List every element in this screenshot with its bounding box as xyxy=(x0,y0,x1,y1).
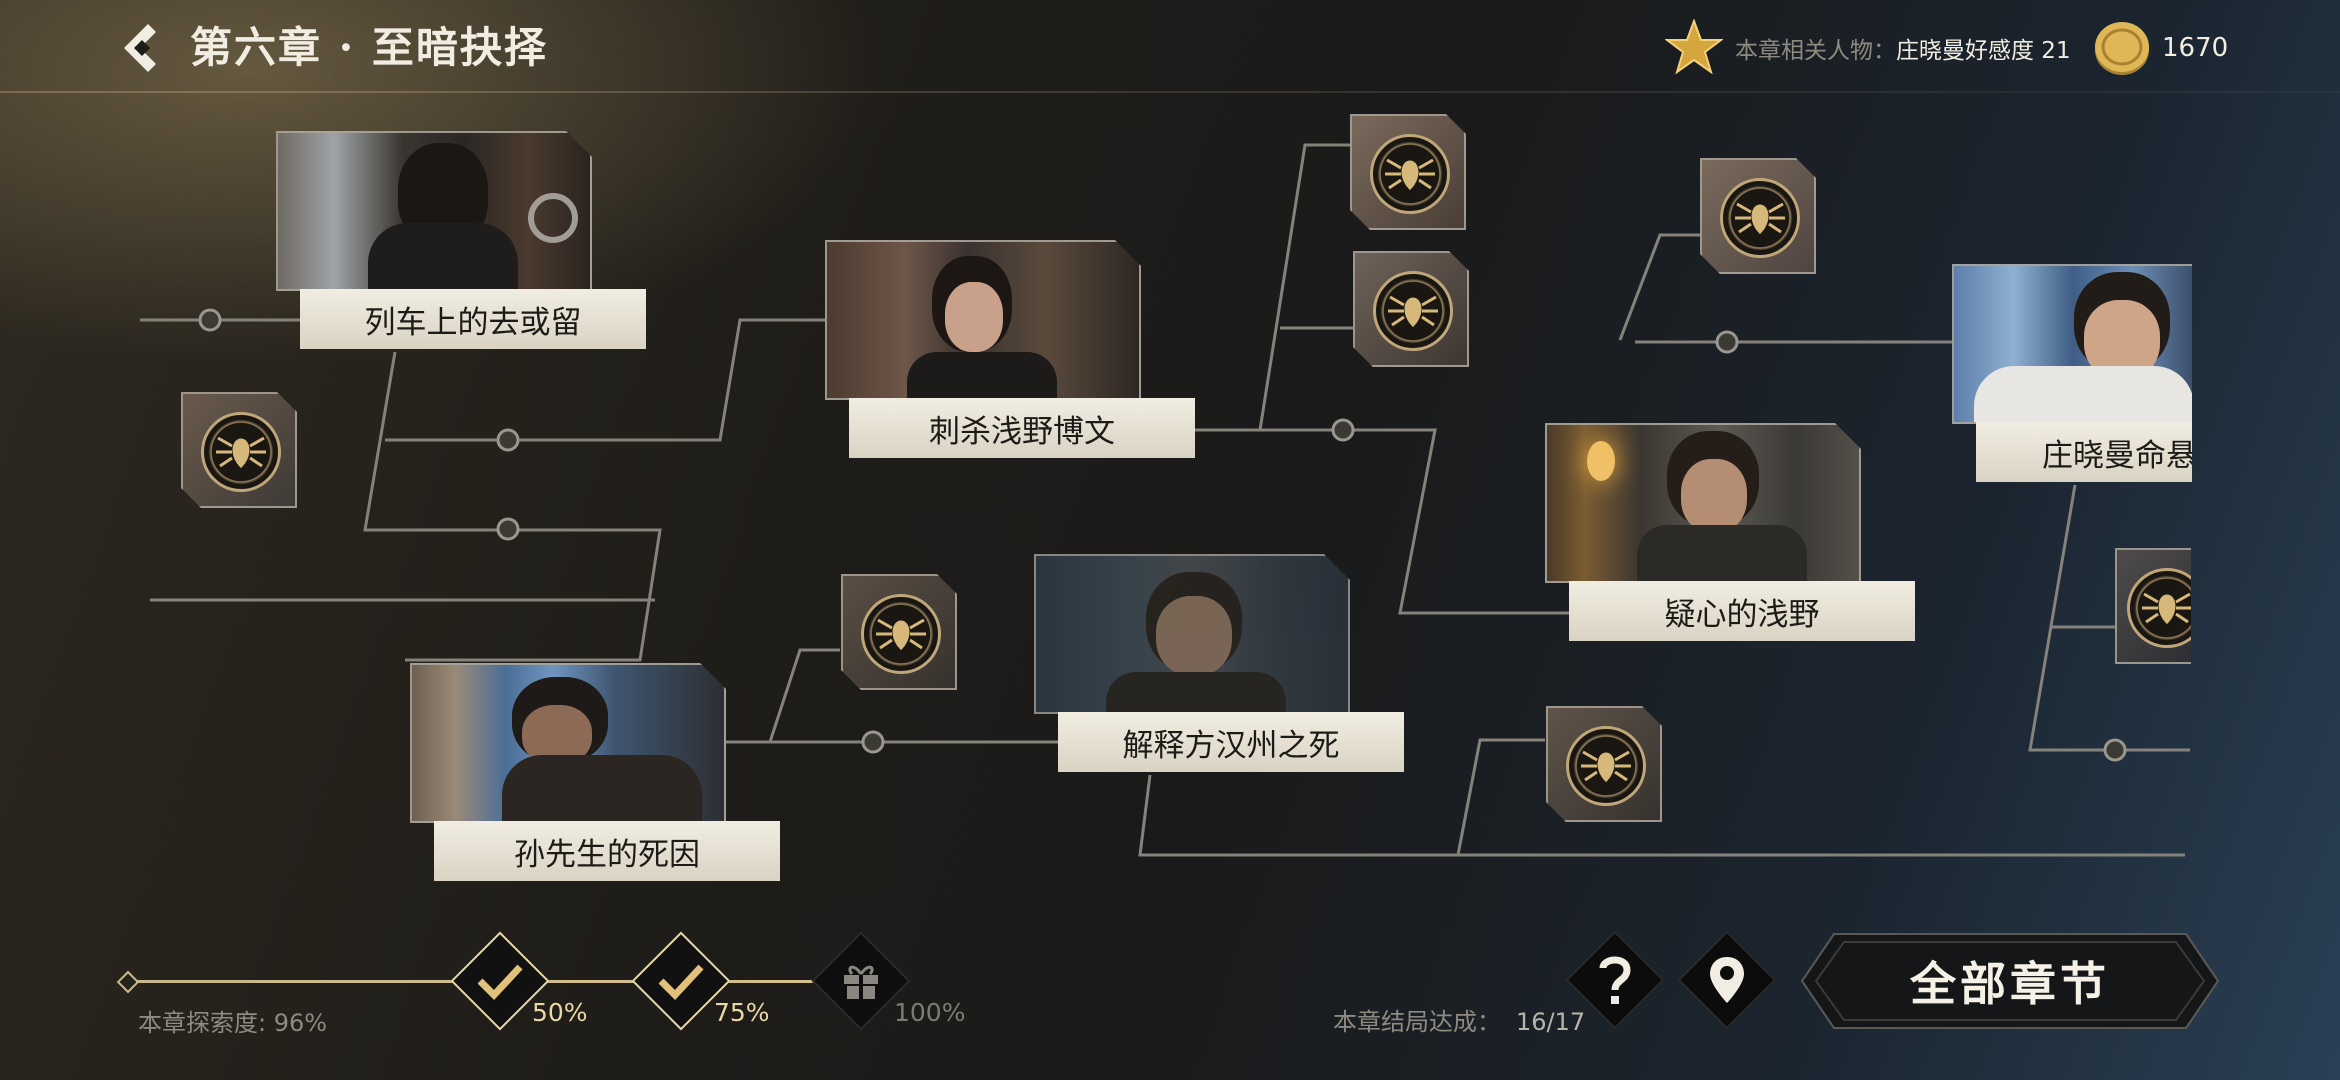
scene-photo xyxy=(1034,554,1350,714)
check-icon xyxy=(477,964,523,1001)
location-icon xyxy=(1710,957,1744,1003)
branch-dot xyxy=(1331,418,1355,442)
locked-node[interactable] xyxy=(1546,706,1662,822)
node-label: 孙先生的死因 xyxy=(434,821,780,881)
explore-progress-text: 本章探索度: 96% xyxy=(138,1003,327,1038)
branch-dot xyxy=(496,428,520,452)
spider-emblem-icon xyxy=(1720,178,1800,258)
scene-photo xyxy=(1545,423,1861,583)
node-label: 解释方汉州之死 xyxy=(1058,712,1404,772)
all-chapters-button[interactable]: 全部章节 xyxy=(1800,930,2220,1032)
spider-emblem-icon xyxy=(201,412,281,492)
locked-node[interactable] xyxy=(181,392,297,508)
milestone-50-label: 50% xyxy=(532,998,588,1027)
branch-dot xyxy=(1715,330,1739,354)
spider-emblem-icon xyxy=(1370,134,1450,214)
ending-label: 本章结局达成： xyxy=(1333,1008,1501,1036)
scene-photo xyxy=(1952,264,2192,424)
milestone-75-label: 75% xyxy=(714,998,770,1027)
node-label: 列车上的去或留 xyxy=(300,289,646,349)
node-label: 刺杀浅野博文 xyxy=(849,398,1195,458)
locked-node[interactable] xyxy=(841,574,957,690)
ending-value: 16/17 xyxy=(1516,1008,1586,1036)
spider-emblem-icon xyxy=(2127,568,2191,648)
explore-value: 96% xyxy=(273,1009,328,1037)
node-label: 庄晓曼命悬 xyxy=(1976,422,2192,482)
check-icon xyxy=(658,964,704,1001)
locked-node[interactable] xyxy=(1350,114,1466,230)
scene-photo xyxy=(410,663,726,823)
spider-emblem-icon xyxy=(861,594,941,674)
gift-icon xyxy=(844,965,878,999)
branch-dot xyxy=(861,730,885,754)
locked-node[interactable] xyxy=(2115,548,2191,664)
all-chapters-label: 全部章节 xyxy=(1910,957,2110,1011)
locked-node[interactable] xyxy=(1700,158,1816,274)
milestone-100-label: 100% xyxy=(894,998,966,1027)
scene-photo xyxy=(825,240,1141,400)
branch-dot xyxy=(198,308,222,332)
spider-emblem-icon xyxy=(1566,726,1646,806)
branch-dot xyxy=(2103,738,2127,762)
scene-photo xyxy=(276,131,592,291)
branch-dot xyxy=(496,517,520,541)
spider-emblem-icon xyxy=(1373,271,1453,351)
help-icon xyxy=(1599,956,1631,1004)
locked-node[interactable] xyxy=(1353,251,1469,367)
node-label: 疑心的浅野 xyxy=(1569,581,1915,641)
explore-label: 本章探索度: xyxy=(138,1009,267,1037)
